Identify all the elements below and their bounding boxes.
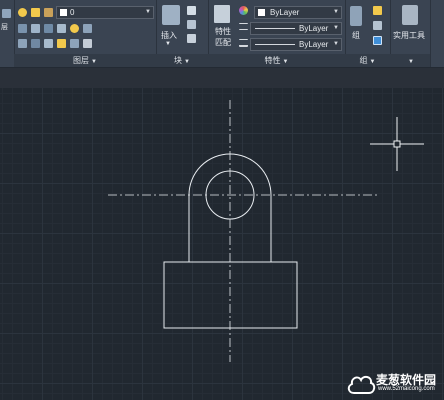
panel-utilities[interactable]: 实用工具 ▼ bbox=[390, 0, 431, 67]
color-value: ByLayer bbox=[270, 8, 300, 17]
lineweight-dropdown[interactable]: ByLayer ▼ bbox=[250, 38, 342, 51]
drawing-canvas[interactable]: 麦葱软件园 www.52maicong.com bbox=[0, 88, 444, 400]
drawing-svg bbox=[108, 100, 424, 362]
panel-title-label: 特性 bbox=[264, 56, 281, 65]
chevron-down-icon: ▼ bbox=[282, 59, 289, 65]
lineweight-value: ByLayer bbox=[299, 40, 329, 49]
layer-on-bulb-icon[interactable] bbox=[18, 8, 27, 17]
chevron-down-icon: ▼ bbox=[333, 9, 339, 15]
panel-groups: 组 组 ▼ bbox=[345, 0, 391, 67]
base-rectangle bbox=[163, 261, 298, 329]
panel-left-partial: 层 bbox=[0, 0, 15, 67]
panel-title-label: 组 bbox=[359, 56, 368, 65]
layer-tool-icon[interactable] bbox=[83, 24, 92, 33]
file-tab-strip bbox=[0, 68, 444, 88]
linetype-icon[interactable] bbox=[239, 23, 248, 30]
chevron-down-icon: ▼ bbox=[145, 9, 151, 15]
match-properties-icon[interactable] bbox=[214, 5, 230, 23]
ribbon: 层 0 ▼ 图层 ▼ 插入 ▼ 块 ▼ 特性 匹配 ByLayer ▼ ByLa… bbox=[0, 0, 444, 68]
insert-block-icon[interactable] bbox=[162, 5, 180, 25]
match-properties-label-2[interactable]: 匹配 bbox=[215, 37, 231, 48]
chevron-down-icon: ▼ bbox=[91, 59, 97, 65]
edit-block-icon[interactable] bbox=[187, 20, 196, 29]
layer-tool-icon[interactable] bbox=[83, 39, 92, 48]
layer-tool-icon[interactable] bbox=[70, 39, 79, 48]
utilities-label[interactable]: 实用工具 bbox=[393, 30, 425, 41]
layer-color-swatch bbox=[60, 9, 67, 16]
ungroup-icon[interactable] bbox=[373, 6, 382, 15]
crosshair-cursor bbox=[370, 117, 424, 171]
panel-block[interactable]: 插入 ▼ 块 ▼ bbox=[156, 0, 209, 67]
lineweight-icon[interactable] bbox=[239, 39, 248, 47]
chevron-down-icon: ▼ bbox=[408, 59, 414, 65]
layer-tool-icon[interactable] bbox=[70, 24, 79, 33]
panel-title-block[interactable]: 块 ▼ bbox=[156, 54, 208, 67]
watermark-logo: 麦葱软件园 www.52maicong.com bbox=[346, 370, 442, 398]
panel-title-properties[interactable]: 特性 ▼ bbox=[208, 54, 345, 67]
watermark-url: www.52maicong.com bbox=[378, 386, 435, 392]
chevron-down-icon[interactable]: ▼ bbox=[165, 41, 171, 47]
linetype-sample bbox=[255, 28, 295, 29]
calculator-icon[interactable] bbox=[402, 5, 418, 25]
group-select-icon[interactable] bbox=[373, 36, 382, 45]
chevron-down-icon: ▼ bbox=[184, 59, 190, 65]
panel-title-label: 图层 bbox=[73, 56, 90, 65]
layer-tool-icon[interactable] bbox=[44, 39, 53, 48]
layer-lock-icon[interactable] bbox=[44, 8, 53, 17]
panel-properties: 特性 匹配 ByLayer ▼ ByLayer ▼ ByLayer ▼ 特性 ▼ bbox=[208, 0, 346, 67]
autocad-window: 层 0 ▼ 图层 ▼ 插入 ▼ 块 ▼ 特性 匹配 ByLayer ▼ ByLa… bbox=[0, 0, 444, 400]
linetype-dropdown[interactable]: ByLayer ▼ bbox=[250, 22, 342, 35]
layer-tool-icon[interactable] bbox=[18, 24, 27, 33]
insert-button-label[interactable]: 插入 bbox=[161, 30, 177, 41]
linetype-value: ByLayer bbox=[299, 24, 329, 33]
layer-tool-icon[interactable] bbox=[31, 39, 40, 48]
cloud-icon bbox=[347, 375, 376, 394]
chevron-down-icon: ▼ bbox=[333, 25, 339, 31]
layer-dropdown[interactable]: 0 ▼ bbox=[56, 6, 154, 19]
panel-title-layers[interactable]: 图层 ▼ bbox=[14, 54, 156, 67]
layer-tool-icon[interactable] bbox=[44, 24, 53, 33]
group-edit-icon[interactable] bbox=[373, 21, 382, 30]
layer-tool-icon[interactable] bbox=[31, 24, 40, 33]
current-layer-value: 0 bbox=[70, 8, 75, 17]
layer-tool-icon[interactable] bbox=[57, 24, 66, 33]
layer-tool-icon[interactable] bbox=[18, 39, 27, 48]
panel-layers: 0 ▼ 图层 ▼ bbox=[14, 0, 157, 67]
color-dropdown[interactable]: ByLayer ▼ bbox=[254, 6, 342, 19]
chevron-down-icon: ▼ bbox=[369, 59, 376, 65]
panel-title-groups[interactable]: 组 ▼ bbox=[345, 54, 390, 67]
layer-tool-icon[interactable] bbox=[57, 39, 66, 48]
group-button-label[interactable]: 组 bbox=[352, 30, 360, 41]
lineweight-sample bbox=[255, 44, 295, 45]
panel-title-utilities[interactable]: ▼ bbox=[390, 54, 430, 67]
edit-attribute-icon[interactable] bbox=[187, 34, 196, 43]
create-block-icon[interactable] bbox=[187, 6, 196, 15]
color-wheel-icon[interactable] bbox=[239, 6, 248, 15]
match-properties-label-1[interactable]: 特性 bbox=[215, 26, 231, 37]
layer-properties-icon[interactable] bbox=[2, 9, 11, 18]
chevron-down-icon: ▼ bbox=[333, 41, 339, 47]
panel-title-label: 块 bbox=[174, 56, 183, 65]
color-swatch bbox=[258, 9, 265, 16]
group-icon[interactable] bbox=[350, 6, 362, 26]
left-panel-label: 层 bbox=[1, 24, 8, 31]
layer-thaw-sun-icon[interactable] bbox=[31, 8, 40, 17]
